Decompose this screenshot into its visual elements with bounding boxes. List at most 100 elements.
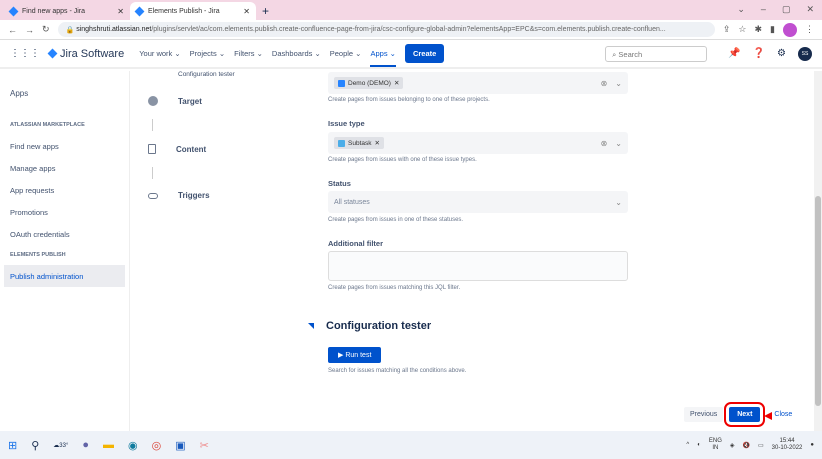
- volume-muted-icon[interactable]: 🔇: [743, 442, 750, 449]
- notifications-icon[interactable]: ●: [810, 442, 814, 448]
- jira-icon: [134, 6, 145, 16]
- previous-button[interactable]: Previous: [684, 407, 724, 422]
- run-test-button[interactable]: ▶ Run test: [328, 347, 382, 363]
- sidebar-item-find-new-apps[interactable]: Find new apps: [0, 135, 129, 157]
- user-avatar[interactable]: SS: [798, 46, 812, 61]
- close-tab-icon[interactable]: ✕: [243, 7, 250, 16]
- jira-logo[interactable]: Jira Software: [47, 47, 125, 60]
- additional-filter-input[interactable]: [328, 251, 628, 281]
- scrollbar-thumb[interactable]: [815, 196, 821, 406]
- app-switcher-icon[interactable]: ⋮⋮⋮: [10, 48, 40, 59]
- search-input[interactable]: ⌕ Search: [605, 45, 708, 62]
- menu-icon[interactable]: ⋮: [805, 24, 814, 35]
- url-input[interactable]: 🔒 singhshruti.atlassian.net/plugins/serv…: [57, 22, 715, 37]
- next-button[interactable]: Next: [724, 402, 766, 427]
- target-icon: [148, 96, 158, 106]
- new-tab-icon[interactable]: +: [262, 4, 269, 18]
- close-window-icon[interactable]: ✕: [806, 4, 814, 15]
- product-name: Jira Software: [60, 47, 125, 60]
- teams-chat-icon[interactable]: ●: [82, 439, 89, 451]
- close-button[interactable]: Close: [764, 411, 793, 420]
- windows-start-icon[interactable]: ⊞: [8, 439, 17, 452]
- snipping-tool-icon[interactable]: ✂: [200, 439, 209, 452]
- language-indicator[interactable]: ENG IN: [709, 438, 722, 452]
- nav-apps[interactable]: Apps ⌄: [370, 40, 396, 67]
- sidebar-item-oauth-credentials[interactable]: OAuth credentials: [0, 223, 129, 245]
- sidebar-item-promotions[interactable]: Promotions: [0, 201, 129, 223]
- remove-chip-icon[interactable]: ✕: [394, 79, 399, 87]
- browser-tab-active[interactable]: Elements Publish - Jira ✕: [130, 2, 256, 20]
- sidepanel-icon[interactable]: ▮: [770, 24, 775, 35]
- nav-dashboards[interactable]: Dashboards ⌄: [272, 49, 321, 58]
- sidebar-item-publish-administration[interactable]: Publish administration: [4, 265, 125, 287]
- step-content[interactable]: Content: [148, 144, 206, 154]
- configuration-tester-heading: Configuration tester: [308, 320, 431, 332]
- chevron-down-icon[interactable]: ⌄: [615, 198, 622, 207]
- issue-type-select[interactable]: Subtask ✕ ⊗ ⌄: [328, 132, 628, 154]
- notifications-icon[interactable]: 📌: [728, 48, 740, 59]
- reload-icon[interactable]: ↻: [42, 24, 50, 35]
- restore-icon[interactable]: ▢: [782, 4, 791, 15]
- step-label: Triggers: [178, 191, 210, 200]
- remove-chip-icon[interactable]: ✕: [375, 139, 380, 147]
- annotation-arrow-icon: [764, 412, 773, 420]
- profile-icon[interactable]: [783, 22, 797, 37]
- step-triggers[interactable]: Triggers: [148, 191, 210, 200]
- tab-search-icon[interactable]: ⌄: [737, 4, 745, 15]
- clear-icon[interactable]: ⊗: [601, 79, 608, 88]
- sidebar-title: Apps: [10, 88, 29, 98]
- project-select[interactable]: Demo (DEMO) ✕ ⊗ ⌄: [328, 72, 628, 94]
- subtask-icon: [338, 139, 345, 147]
- jira-top-nav: ⋮⋮⋮ Jira Software Your work ⌄ Projects ⌄…: [0, 40, 822, 69]
- share-icon[interactable]: ⇪: [723, 24, 731, 35]
- sidebar-section-marketplace: ATLASSIAN MARKETPLACE: [10, 122, 85, 128]
- tester-help: Search for issues matching all the condi…: [328, 368, 467, 374]
- sidebar-item-app-requests[interactable]: App requests: [0, 179, 129, 201]
- status-placeholder: All statuses: [334, 198, 370, 206]
- file-explorer-icon[interactable]: ▬: [103, 439, 114, 451]
- close-label: Close: [774, 411, 793, 418]
- document-icon: [148, 144, 156, 154]
- wifi-icon[interactable]: ◈: [730, 442, 735, 449]
- edge-icon[interactable]: ◉: [128, 439, 138, 452]
- settings-gear-icon[interactable]: ⚙: [777, 48, 786, 59]
- word-icon[interactable]: ▣: [175, 439, 185, 452]
- help-icon[interactable]: ❓: [753, 48, 765, 59]
- minimize-icon[interactable]: –: [761, 4, 766, 15]
- jira-icon: [8, 6, 19, 16]
- bookmark-star-icon[interactable]: ☆: [738, 24, 746, 35]
- sidebar-item-manage-apps[interactable]: Manage apps: [0, 157, 129, 179]
- sidebar-section-elements-publish: ELEMENTS PUBLISH: [10, 252, 66, 258]
- nav-filters[interactable]: Filters ⌄: [234, 49, 263, 58]
- clock[interactable]: 15:44 30-10-2022: [772, 438, 803, 452]
- battery-icon[interactable]: ▭: [758, 442, 764, 449]
- nav-your-work[interactable]: Your work ⌄: [139, 49, 180, 58]
- nav-people[interactable]: People ⌄: [330, 49, 362, 58]
- chevron-down-icon[interactable]: ⌄: [615, 79, 622, 88]
- chrome-icon[interactable]: ◎: [152, 439, 162, 452]
- nav-projects[interactable]: Projects ⌄: [190, 49, 225, 58]
- back-icon[interactable]: ←: [8, 25, 17, 35]
- step-connector: [152, 119, 153, 131]
- search-placeholder: Search: [618, 49, 643, 59]
- tray-app-icon[interactable]: ◐: [697, 442, 701, 448]
- page-scrollbar[interactable]: [814, 71, 822, 431]
- create-button[interactable]: Create: [404, 44, 445, 63]
- forward-icon[interactable]: →: [25, 25, 34, 35]
- status-select[interactable]: All statuses ⌄: [328, 191, 628, 213]
- weather-icon[interactable]: ☁33°: [53, 442, 68, 449]
- step-target[interactable]: Target: [148, 96, 202, 106]
- extensions-icon[interactable]: ✱: [755, 24, 763, 35]
- clear-icon[interactable]: ⊗: [601, 139, 608, 148]
- project-help: Create pages from issues belonging to on…: [328, 97, 490, 103]
- search-icon[interactable]: ⚲: [31, 439, 39, 452]
- close-tab-icon[interactable]: ✕: [117, 7, 124, 16]
- region: IN: [712, 445, 719, 451]
- step-configuration-tester[interactable]: Configuration tester: [178, 71, 235, 78]
- system-tray: ^ ◐ ENG IN ◈ 🔇 ▭ 15:44 30-10-2022 ●: [686, 438, 814, 452]
- issue-type-label: Issue type: [328, 119, 365, 128]
- browser-tab[interactable]: Find new apps - Jira ✕: [4, 2, 130, 20]
- issue-type-help: Create pages from issues with one of the…: [328, 157, 477, 163]
- tray-chevron-icon[interactable]: ^: [686, 442, 689, 448]
- chevron-down-icon[interactable]: ⌄: [615, 139, 622, 148]
